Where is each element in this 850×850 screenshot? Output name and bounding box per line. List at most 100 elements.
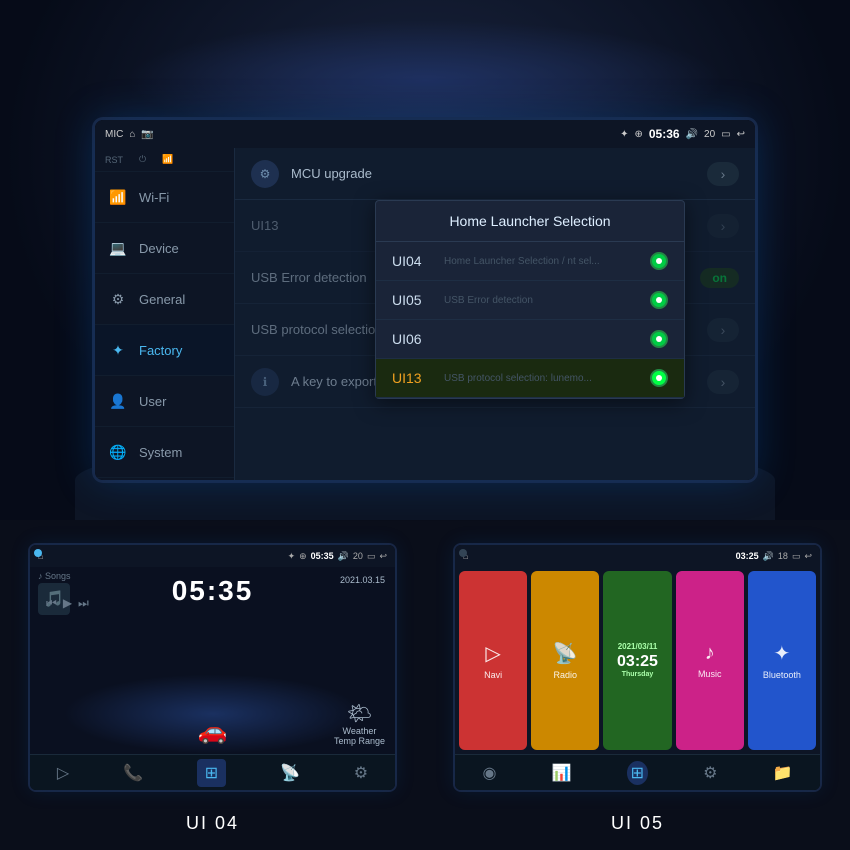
radio-icon: 📡 [553, 641, 578, 666]
usb-on-button[interactable]: on [700, 268, 739, 288]
home-taskbar-icon[interactable]: ⊞ [197, 759, 226, 787]
clock-app-tile[interactable]: 2021/03/11 03:25 Thursday [603, 571, 671, 750]
bluetooth-app-tile[interactable]: ✦ Bluetooth [748, 571, 816, 750]
volume-icon: 🔊 [686, 129, 698, 140]
ui04-left-panel: ♪ Songs 🎵 ⏮ ▶ ⏭ [38, 571, 71, 615]
navi-app-tile[interactable]: ▷ Navi [459, 571, 527, 750]
music-icon: ♪ [705, 642, 715, 665]
dropdown-title: Home Launcher Selection [376, 201, 684, 242]
ui05-screen: ⌂ 03:25 🔊 18 ▭ ↩ ▷ Navi 📡 Radio 2021/03/ [455, 545, 820, 790]
home-icon: ⌂ [129, 129, 135, 140]
ui05-desc: USB Error detection [444, 295, 638, 306]
general-icon: ⚙ [107, 288, 129, 310]
bluetooth-label: Bluetooth [763, 670, 801, 680]
ui05-time: 03:25 [736, 551, 759, 561]
usb-protocol-arrow[interactable]: › [707, 318, 739, 342]
status-time: 05:36 [649, 127, 680, 141]
ui13-desc: USB protocol selection: lunemo... [444, 373, 638, 384]
main-panel: ⚙ MCU upgrade › UI13 › USB Error detecti… [235, 148, 755, 480]
ui05-taskbar: ◉ 📊 ⊞ ⚙ 📁 [455, 754, 820, 790]
music-app-tile[interactable]: ♪ Music [676, 571, 744, 750]
ui04-screen: ⌂ ✦ ⊕ 05:35 🔊 20 ▭ ↩ ♪ Songs 🎵 ⏮ ▶ ⏭ [30, 545, 395, 790]
key-export-icon: ℹ [251, 368, 279, 396]
ui04-status-bar: ⌂ ✦ ⊕ 05:35 🔊 20 ▭ ↩ [30, 545, 395, 567]
ui05-content: ▷ Navi 📡 Radio 2021/03/11 03:25 Thursday… [455, 567, 820, 754]
ui05-status-bar: ⌂ 03:25 🔊 18 ▭ ↩ [455, 545, 820, 567]
dropdown-item-ui04[interactable]: UI04 Home Launcher Selection / nt sel... [376, 242, 684, 281]
ui05-gear-icon[interactable]: ⚙ [703, 763, 717, 783]
ui05-settings2-icon[interactable]: ◉ [483, 763, 497, 783]
ui05-radio [650, 291, 668, 309]
ui04-label: UI04 [392, 253, 432, 269]
dropdown-item-ui06[interactable]: UI06 [376, 320, 684, 359]
sidebar-device-label: Device [139, 241, 179, 256]
sidebar-wifi-label: Wi-Fi [139, 190, 169, 205]
ui13-label: UI13 [392, 370, 432, 386]
device-icon: 💻 [107, 237, 129, 259]
sidebar-item-wifi[interactable]: 📶 Wi-Fi [95, 172, 234, 223]
volume-level: 20 [704, 129, 715, 140]
mcu-icon: ⚙ [251, 160, 279, 188]
ui04-desc: Home Launcher Selection / nt sel... [444, 256, 638, 267]
user-icon: 👤 [107, 390, 129, 412]
ui05-folder-icon[interactable]: 📁 [772, 763, 792, 783]
launcher-arrow[interactable]: › [707, 214, 739, 238]
sidebar-general-label: General [139, 292, 185, 307]
clock-date-top: 2021/03/11 [617, 642, 658, 652]
signal-taskbar-icon[interactable]: 📡 [280, 763, 300, 783]
navi-label: Navi [484, 670, 502, 680]
wifi-icon: ⊕ [634, 129, 642, 140]
sidebar-item-user[interactable]: 👤 User [95, 376, 234, 427]
weather-icon: 🌤 [334, 701, 385, 726]
radio-app-tile[interactable]: 📡 Radio [531, 571, 599, 750]
back-icon[interactable]: ↩ [737, 129, 745, 140]
sidebar-item-general[interactable]: ⚙ General [95, 274, 234, 325]
sidebar-user-label: User [139, 394, 166, 409]
next-icon[interactable]: ⏭ [78, 596, 89, 611]
nav-taskbar-icon[interactable]: ▷ [57, 763, 69, 783]
factory-icon: ✦ [107, 339, 129, 361]
settings-taskbar-icon[interactable]: ⚙ [354, 763, 368, 783]
ui05-chart-icon[interactable]: 📊 [552, 763, 572, 783]
sidebar-item-system[interactable]: 🌐 System [95, 427, 234, 478]
ui13-radio [650, 369, 668, 387]
ui05-bottom-label: UI 05 [425, 813, 850, 834]
bottom-labels: UI 04 UI 05 [0, 813, 850, 834]
ui05-grid-icon[interactable]: ⊞ [627, 761, 648, 785]
sidebar-item-device[interactable]: 💻 Device [95, 223, 234, 274]
mcu-arrow[interactable]: › [707, 162, 739, 186]
home-launcher-dropdown: Home Launcher Selection UI04 Home Launch… [375, 200, 685, 399]
wifi-small-icon: 📶 [162, 154, 173, 165]
dropdown-item-ui13[interactable]: UI13 USB protocol selection: lunemo... [376, 359, 684, 398]
prev-icon[interactable]: ⏮ [46, 596, 57, 611]
ui04-vol-icon: 🔊 [338, 551, 349, 562]
weather-label: Weather [334, 726, 385, 736]
ui04-taskbar: ▷ 📞 ⊞ 📡 ⚙ [30, 754, 395, 790]
bluetooth-icon: ✦ [774, 641, 791, 666]
clock-time-display: 03:25 [617, 652, 658, 671]
screen-content: RST ⏻ 📶 📶 Wi-Fi 💻 Device ⚙ General ✦ Fac… [95, 148, 755, 480]
ui05-back[interactable]: ↩ [804, 551, 812, 562]
camera-icon: 📷 [141, 129, 153, 140]
dropdown-item-ui05[interactable]: UI05 USB Error detection [376, 281, 684, 320]
screen-dot-ui05 [459, 549, 467, 557]
key-export-arrow[interactable]: › [707, 370, 739, 394]
mic-label: MIC [105, 129, 123, 140]
rst-label: RST [105, 155, 123, 165]
sidebar-item-factory[interactable]: ✦ Factory [95, 325, 234, 376]
radio-label: Radio [554, 670, 578, 680]
ui04-battery: ▭ [367, 551, 376, 562]
ui04-time-display: 05:35 [172, 575, 254, 607]
ui04-back[interactable]: ↩ [379, 551, 387, 562]
screen-dot-ui04 [34, 549, 42, 557]
clock-day: Thursday [617, 671, 658, 679]
play-icon[interactable]: ▶ [63, 596, 72, 611]
phone-taskbar-icon[interactable]: 📞 [123, 763, 143, 783]
ui04-weather: 🌤 Weather Temp Range [334, 701, 385, 746]
ui04-date: 2021.03.15 [340, 575, 385, 585]
bluetooth-icon: ✦ [620, 129, 628, 140]
status-bar-left: MIC ⌂ 📷 [105, 129, 154, 140]
clock-content: 2021/03/11 03:25 Thursday [617, 642, 658, 679]
ui04-status-right: ✦ ⊕ 05:35 🔊 20 ▭ ↩ [288, 551, 387, 562]
sidebar-top-labels: RST ⏻ 📶 [95, 148, 234, 172]
